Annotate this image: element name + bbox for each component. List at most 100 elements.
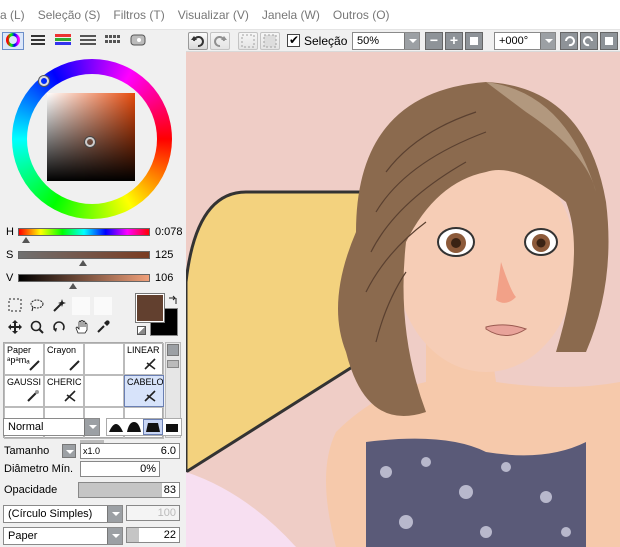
eyedropper-tool[interactable] — [94, 319, 112, 337]
brush-name: CHERIC — [47, 377, 82, 387]
saturation-slider-thumb[interactable] — [78, 260, 87, 266]
chevron-down-icon — [540, 33, 555, 49]
brush-linear[interactable]: LINEAR — [124, 343, 164, 375]
palette-icon — [130, 34, 146, 49]
color-set-tab[interactable] — [77, 32, 99, 50]
magic-wand-tool[interactable] — [50, 297, 68, 315]
value-value: 106 — [155, 272, 174, 284]
brush-cabelo[interactable]: CABELO — [124, 375, 164, 407]
brush-shape-select[interactable]: (Círculo Simples) — [3, 505, 123, 523]
square-icon — [470, 37, 478, 45]
rgb-sliders-tab[interactable] — [27, 32, 49, 50]
zoom-in-button[interactable]: + — [445, 32, 463, 50]
redo-button[interactable] — [210, 32, 230, 50]
scratchpad-tab[interactable] — [102, 32, 124, 50]
deselect-button[interactable] — [238, 32, 258, 50]
brush-gaussian[interactable]: GAUSSI — [4, 375, 44, 407]
rotation-reset-button[interactable] — [600, 32, 618, 50]
lasso-tool[interactable] — [28, 297, 46, 315]
rotate-left-button[interactable] — [560, 32, 578, 50]
swap-colors-icon[interactable] — [168, 295, 178, 308]
menu-layer[interactable]: a (L) — [0, 8, 25, 22]
sv-cursor[interactable] — [85, 137, 95, 147]
edge-hard-icon[interactable] — [107, 419, 125, 435]
brush-icon — [143, 357, 159, 373]
hsv-sliders-icon — [55, 33, 71, 49]
brush-shape-value: (Círculo Simples) — [8, 508, 93, 520]
edge-medium-icon[interactable] — [125, 419, 143, 435]
size-multiplier-dropdown[interactable] — [62, 444, 76, 458]
menu-window[interactable]: Janela (W) — [262, 8, 320, 22]
hue-value: 0:078 — [155, 226, 183, 238]
primary-color-swatch[interactable] — [136, 294, 164, 322]
color-wheel-tab[interactable] — [2, 32, 24, 50]
selection-checkbox[interactable]: ✔ — [287, 33, 300, 47]
zoom-select[interactable]: 50% — [352, 32, 420, 50]
size-multiplier: x1.0 — [83, 446, 101, 456]
magic-wand-icon — [52, 298, 66, 315]
brush-cheric[interactable]: CHERIC — [44, 375, 84, 407]
transparent-color-icon[interactable] — [137, 326, 146, 335]
brush-name: Crayon — [47, 345, 77, 355]
texture-strength-slider[interactable]: 22 — [126, 527, 180, 543]
saturation-slider[interactable] — [18, 251, 150, 259]
texture-value: Paper — [8, 530, 38, 542]
chevron-down-icon — [404, 33, 419, 49]
square-icon — [605, 37, 613, 45]
menu-filters[interactable]: Filtros (T) — [113, 8, 164, 22]
zoom-reset-button[interactable] — [465, 32, 483, 50]
opacity-value: 83 — [163, 484, 176, 496]
blend-mode-select[interactable]: Normal — [3, 418, 100, 436]
rotation-select[interactable]: +000° — [494, 32, 556, 50]
palette-tab[interactable] — [127, 32, 149, 50]
menu-selection[interactable]: Seleção (S) — [38, 8, 101, 22]
pencil-icon — [69, 359, 81, 373]
edge-flat-icon[interactable] — [163, 419, 181, 435]
invert-selection-button[interactable] — [260, 32, 280, 50]
left-panel: H 0:078 S 125 V 106 Paper ᵃpᵃmₐ Crayon LI… — [0, 30, 186, 547]
eyedropper-icon — [96, 319, 110, 337]
min-diameter-field[interactable]: 0% — [80, 461, 160, 477]
rgb-sliders-icon — [31, 34, 45, 49]
blur-brush-icon — [26, 389, 40, 405]
hue-cursor[interactable] — [39, 76, 49, 86]
brush-shape-strength[interactable]: 100 — [126, 505, 180, 521]
min-diameter-label: Diâmetro Mín. — [4, 463, 74, 475]
scroll-thumb[interactable] — [167, 360, 179, 368]
rotate-icon — [52, 320, 66, 337]
zoom-tool[interactable] — [28, 319, 46, 337]
brush-crayon[interactable]: Crayon — [44, 343, 84, 375]
hand-tool[interactable] — [72, 318, 90, 337]
chevron-down-icon — [84, 419, 99, 435]
brush-empty[interactable] — [84, 343, 124, 375]
value-slider[interactable] — [18, 274, 150, 282]
zoom-out-button[interactable]: − — [425, 32, 443, 50]
hue-slider[interactable] — [18, 228, 150, 236]
rotate-left-icon — [563, 34, 575, 50]
saturation-label: S — [6, 249, 14, 261]
rotate-right-button[interactable] — [580, 32, 598, 50]
size-field[interactable]: x1.0 6.0 — [80, 443, 180, 459]
opacity-slider[interactable]: 83 — [78, 482, 180, 498]
rotate-tool[interactable] — [50, 319, 68, 337]
edge-soft-icon[interactable] — [143, 419, 163, 435]
hue-slider-thumb[interactable] — [21, 237, 30, 243]
value-label: V — [6, 272, 14, 284]
hue-label: H — [6, 226, 14, 238]
undo-button[interactable] — [188, 32, 208, 50]
hsv-sliders-tab[interactable] — [52, 32, 74, 50]
scroll-up-button[interactable] — [167, 344, 179, 356]
brush-empty[interactable] — [84, 375, 124, 407]
brush-edge-presets — [106, 418, 182, 436]
rect-select-tool[interactable] — [6, 297, 24, 315]
min-diameter-value: 0% — [140, 463, 156, 475]
saturation-value: 125 — [155, 249, 174, 261]
menu-others[interactable]: Outros (O) — [333, 8, 390, 22]
lasso-icon — [29, 298, 45, 315]
value-slider-thumb[interactable] — [69, 283, 78, 289]
move-tool[interactable] — [6, 319, 24, 337]
brush-paper[interactable]: Paper ᵃpᵃmₐ — [4, 343, 44, 375]
texture-select[interactable]: Paper — [3, 527, 123, 545]
menu-view[interactable]: Visualizar (V) — [178, 8, 249, 22]
drawing-canvas[interactable] — [186, 52, 620, 547]
